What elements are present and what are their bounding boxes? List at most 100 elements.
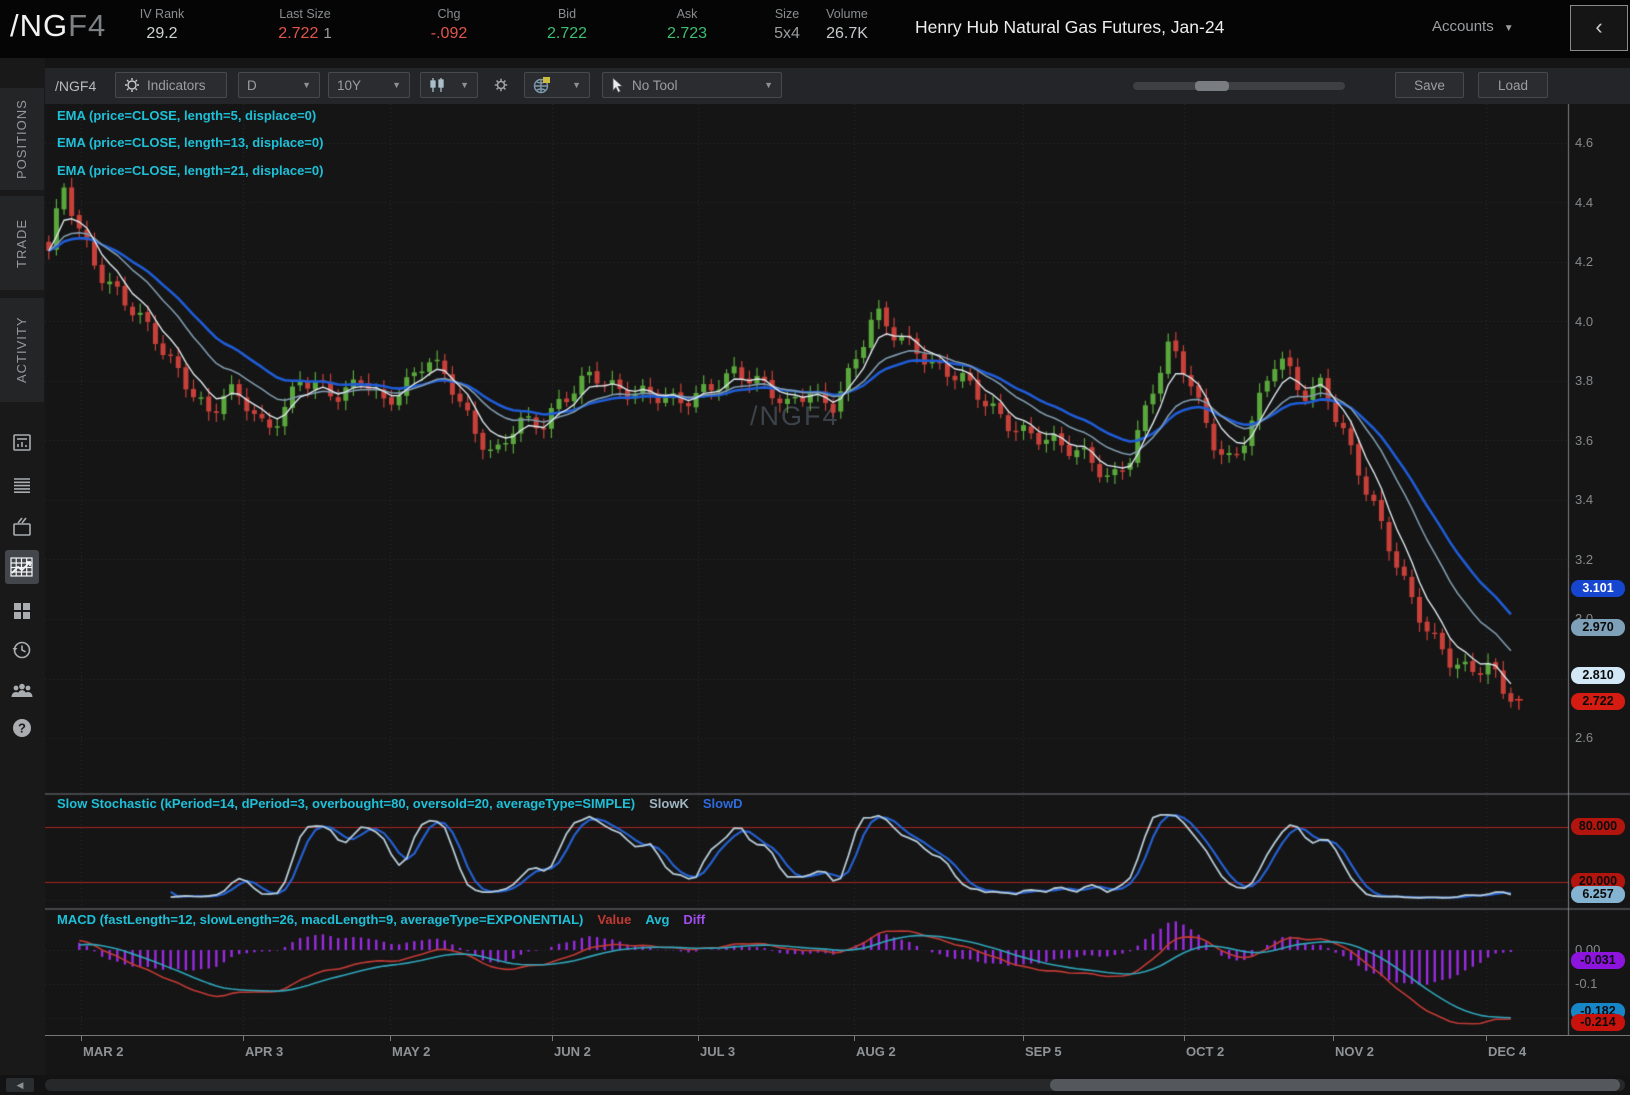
time-tick-label: MAY 2 (392, 1044, 430, 1059)
price-tick-label: 2.6 (1575, 730, 1593, 745)
stat-value: 5x4 (764, 25, 810, 43)
chevron-left-icon: ‹ (1595, 14, 1602, 39)
time-tick-label: APR 3 (245, 1044, 283, 1059)
toolbar-symbol-label: /NGF4 (55, 68, 96, 104)
sidebar-help-icon[interactable]: ? (5, 711, 39, 745)
left-sidebar: POSITIONS TRADE ACTIVITY ? (0, 58, 45, 1075)
stat-label: Size (764, 7, 810, 21)
time-tick (243, 1036, 244, 1041)
active-tool-dropdown[interactable]: No Tool ▼ (602, 72, 782, 98)
legend-slowd: SlowD (703, 796, 743, 811)
time-tick (81, 1036, 82, 1041)
sidebar-chart-icon[interactable] (5, 550, 39, 584)
quote-stat-ask: Ask 2.723 (648, 0, 726, 58)
price-value-bubble: 2.722 (1571, 693, 1625, 710)
chart-section: /NGF4 Indicators D▼ 10Y▼ ▼ ▼ (45, 58, 1630, 1095)
stat-value: 2.723 (648, 25, 726, 43)
scroll-left-arrow-icon[interactable]: ◀ (6, 1078, 34, 1092)
time-slider-thumb[interactable] (1195, 81, 1229, 91)
macd-value-bubble: -0.031 (1571, 952, 1625, 969)
chart-settings-button[interactable] (486, 72, 516, 98)
chart-plot-area: /NGF4 EMA (price=CLOSE, length=5, displa… (45, 104, 1630, 1035)
range-dropdown[interactable]: 10Y▼ (328, 72, 410, 98)
price-tick-label: 3.4 (1575, 492, 1593, 507)
time-tick (552, 1036, 553, 1041)
price-tick-label: 4.0 (1575, 314, 1593, 329)
stat-label: Ask (648, 7, 726, 21)
cursor-icon (611, 77, 625, 93)
sidebar-watchlist-icon[interactable] (5, 468, 39, 502)
accounts-label: Accounts (1432, 18, 1494, 35)
indicators-label: Indicators (147, 78, 206, 93)
save-button[interactable]: Save (1395, 72, 1464, 98)
drawings-globe-icon (533, 76, 551, 94)
chevron-down-icon: ▼ (572, 80, 581, 90)
stoch-value-bubble: 80.000 (1571, 818, 1625, 835)
legend-slowk: SlowK (649, 796, 689, 811)
chart-toolbar: /NGF4 Indicators D▼ 10Y▼ ▼ ▼ (45, 68, 1630, 104)
macd-title: MACD (fastLength=12, slowLength=26, macd… (57, 912, 583, 927)
time-tick (1184, 1036, 1185, 1041)
chart-type-dropdown[interactable]: ▼ (420, 72, 478, 98)
horizontal-scrollbar[interactable]: ◀ (0, 1075, 1630, 1095)
symbol-root: /NG (10, 8, 68, 43)
chevron-down-icon: ▼ (1504, 23, 1514, 34)
collapse-panel-button[interactable]: ‹ (1570, 5, 1628, 51)
sidebar-tab-trade[interactable]: TRADE (0, 196, 44, 290)
stochastic-title: Slow Stochastic (kPeriod=14, dPeriod=3, … (57, 796, 635, 811)
stat-label: Volume (816, 7, 878, 21)
price-value-bubble: 2.970 (1571, 619, 1625, 636)
time-tick-label: AUG 2 (856, 1044, 896, 1059)
indicators-icon (124, 77, 140, 93)
chevron-down-icon: ▼ (302, 80, 311, 90)
scrollbar-thumb[interactable] (1050, 1079, 1620, 1091)
time-tick (1333, 1036, 1334, 1041)
time-tick (390, 1036, 391, 1041)
time-tick (698, 1036, 699, 1041)
sidebar-tab-positions[interactable]: POSITIONS (0, 88, 44, 190)
trading-platform-window: /NGF4 IV Rank29.2Last Size2.7221Chg-.092… (0, 0, 1630, 1095)
price-tick-label: 3.6 (1575, 433, 1593, 448)
legend-avg: Avg (645, 912, 669, 927)
sidebar-community-icon[interactable] (5, 673, 39, 707)
contract-title: Henry Hub Natural Gas Futures, Jan-24 (915, 17, 1224, 38)
chevron-down-icon: ▼ (764, 80, 773, 90)
sidebar-tv-icon[interactable] (5, 510, 39, 544)
stat-value: -.092 (410, 25, 488, 43)
study-label-macd: MACD (fastLength=12, slowLength=26, macd… (57, 912, 705, 927)
sidebar-report-icon[interactable] (5, 426, 39, 460)
indicators-button[interactable]: Indicators (115, 72, 227, 98)
timeframe-dropdown[interactable]: D▼ (238, 72, 320, 98)
time-tick-label: MAR 2 (83, 1044, 123, 1059)
symbol-suffix: F4 (68, 8, 106, 43)
accounts-dropdown[interactable]: Accounts ▼ (1432, 18, 1514, 35)
quote-stat-bid: Bid2.722 (528, 0, 606, 58)
candlestick-icon (429, 77, 447, 93)
gear-icon (494, 76, 508, 94)
stoch-value-bubble: 6.257 (1571, 886, 1625, 903)
price-chart-canvas[interactable] (45, 104, 1630, 1035)
price-tick-label: 4.4 (1575, 195, 1593, 210)
time-tick-label: DEC 4 (1488, 1044, 1526, 1059)
scrollbar-track[interactable] (45, 1079, 1625, 1091)
sidebar-tab-activity[interactable]: ACTIVITY (0, 298, 44, 402)
time-tick-label: SEP 5 (1025, 1044, 1062, 1059)
time-axis: MAR 2APR 3MAY 2JUN 2JUL 3AUG 2SEP 5OCT 2… (45, 1035, 1630, 1076)
load-button[interactable]: Load (1478, 72, 1548, 98)
sidebar-dashboard-icon[interactable] (5, 593, 39, 627)
price-tick-label: 4.6 (1575, 135, 1593, 150)
quote-header: /NGF4 IV Rank29.2Last Size2.7221Chg-.092… (0, 0, 1630, 58)
stat-value: 2.7221 (250, 25, 360, 43)
sidebar-history-icon[interactable] (5, 633, 39, 667)
stat-value: 2.722 (528, 25, 606, 43)
time-slider[interactable] (1133, 82, 1345, 90)
quote-stat-size: Size 5x4 (764, 0, 810, 58)
drawing-set-dropdown[interactable]: ▼ (524, 72, 590, 98)
study-label-ema5: EMA (price=CLOSE, length=5, displace=0) (57, 108, 316, 123)
stochastic-legend: SlowK SlowD (635, 796, 742, 811)
study-label-ema21: EMA (price=CLOSE, length=21, displace=0) (57, 163, 323, 178)
time-tick (1023, 1036, 1024, 1041)
active-tool-label: No Tool (632, 78, 678, 93)
price-value-bubble: 3.101 (1571, 580, 1625, 597)
quote-stat-volume: Volume26.7K (816, 0, 878, 58)
